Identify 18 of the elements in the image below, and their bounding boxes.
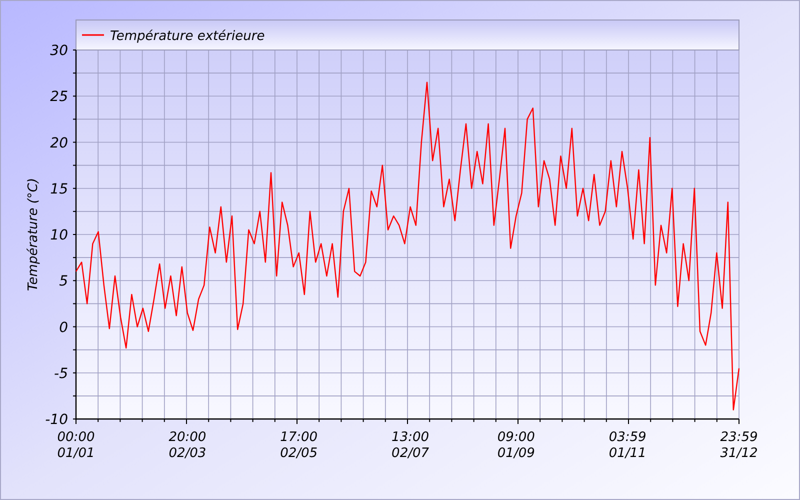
- y-tick-label: -5: [54, 366, 68, 382]
- y-tick-label: -10: [45, 412, 68, 428]
- y-tick-label: 5: [59, 274, 68, 290]
- y-tick-label: 10: [50, 228, 68, 244]
- x-tick-label: 20:00 02/03: [168, 430, 206, 461]
- y-tick-label: 30: [50, 43, 68, 59]
- y-tick-label: 25: [50, 89, 68, 106]
- y-tick-label: 20: [50, 135, 68, 152]
- x-tick-label: 03:59 01/11: [608, 430, 646, 461]
- x-tick-label: 00:00 01/01: [57, 430, 95, 461]
- x-tick-label: 17:00 02/05: [280, 430, 318, 461]
- x-tick-label: 23:59 31/12: [720, 430, 758, 461]
- y-axis-title: Température (°C): [26, 178, 41, 292]
- x-tick-label: 09:00 01/09: [497, 430, 535, 461]
- x-tick-label: 13:00 02/07: [392, 430, 430, 461]
- legend-label: Température extérieure: [110, 29, 265, 44]
- y-tick-label: 15: [50, 181, 68, 198]
- y-tick-label: 0: [59, 320, 68, 336]
